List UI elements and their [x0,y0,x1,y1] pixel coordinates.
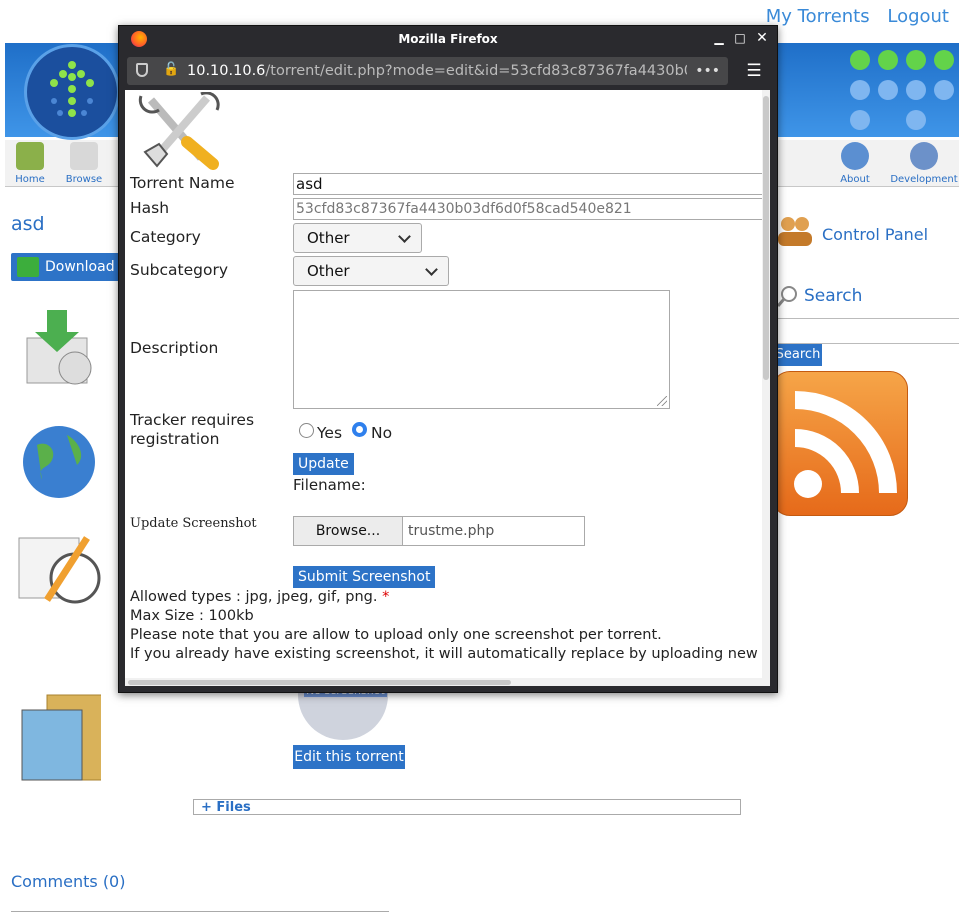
nav-about-label: About [840,174,870,185]
globe-icon [23,426,95,498]
url-bar[interactable]: 🔓 10.10.10.6/torrent/edit.php?mode=edit&… [127,57,728,85]
allowed-types: Allowed types : jpg, jpeg, gif, png. [130,589,378,605]
divider [11,911,389,912]
tracker-yes-radio[interactable] [299,423,314,438]
comments-link[interactable]: Comments (0) [11,872,125,891]
rss-icon[interactable] [772,371,908,516]
description-label: Description [130,339,219,357]
tracker-no-radio[interactable] [352,422,367,437]
upload-note-2: If you already have existing screenshot,… [130,646,770,662]
nav-browse[interactable]: Browse [54,140,114,185]
download-button[interactable]: Download [11,253,123,281]
shield-icon[interactable] [136,63,148,77]
close-icon[interactable]: ✕ [754,30,770,46]
home-icon [16,142,44,170]
download-icon [17,257,39,277]
tracker-no-label: No [371,424,393,442]
screenshot-file-input[interactable]: Browse... trustme.php [293,516,585,546]
hash-label: Hash [130,199,170,217]
allowed-types-text: Allowed types : jpg, jpeg, gif, png. * [130,589,389,605]
required-mark: * [382,589,390,605]
my-torrents-link[interactable]: My Torrents [766,6,870,27]
about-icon [841,142,869,170]
url-text[interactable]: 10.10.10.6/torrent/edit.php?mode=edit&id… [187,57,687,85]
update-button[interactable]: Update [293,453,354,475]
download-label: Download [45,259,115,275]
selected-file-name: trustme.php [408,523,495,539]
search-button[interactable]: Search [774,344,822,366]
top-links: My Torrents Logout [754,6,949,27]
upload-note-1: Please note that you are allow to upload… [130,627,662,643]
nav-browse-label: Browse [65,174,103,185]
nav-development-label: Development [890,174,958,185]
nav-development[interactable]: Development [889,140,959,185]
subcategory-value: Other [307,262,350,280]
install-box-icon [26,310,92,385]
files-toggle[interactable]: + Files [193,799,741,815]
search-icon [776,286,797,307]
edit-torrent-button[interactable]: Edit this torrent [293,745,405,769]
control-panel-link[interactable]: Control Panel [822,225,928,244]
hamburger-menu-icon[interactable]: ☰ [743,61,765,81]
submit-screenshot-button[interactable]: Submit Screenshot [293,566,436,588]
users-icon [778,217,812,246]
logout-link[interactable]: Logout [887,6,949,27]
maximize-icon[interactable]: □ [732,30,748,46]
tracker-label-line2: registration [130,430,220,448]
url-path: /torrent/edit.php?mode=edit&id=53cfd83c8… [265,63,687,79]
hash-field: 53cfd83c87367fa4430b03df6d0f58cad540e821 [293,198,763,220]
max-size-text: Max Size : 100kb [130,608,254,624]
torrent-name-label: Torrent Name [130,174,235,192]
tracker-label-line1: Tracker requires [130,411,255,429]
torrent-name-input[interactable]: asd [293,173,763,195]
category-label: Category [130,228,201,246]
insecure-lock-icon[interactable]: 🔓 [163,63,179,77]
window-titlebar[interactable]: Mozilla Firefox ▁ □ ✕ [119,26,777,52]
torrent-title: asd [11,213,45,235]
page-content: Torrent Name asd Hash 53cfd83c87367fa443… [125,90,770,686]
tracker-yes-label: Yes [317,424,343,442]
window-title: Mozilla Firefox [398,32,498,46]
url-host: 10.10.10.6 [187,63,266,79]
firefox-logo-icon [131,31,147,47]
development-icon [910,142,938,170]
update-screenshot-label: Update Screenshot [130,516,257,531]
tools-icon [138,92,220,170]
calendar-clock-icon [18,536,101,604]
vertical-scroll-thumb[interactable] [763,96,769,380]
folder-images-icon [21,694,101,781]
banner-dots-icon [850,50,954,130]
vertical-scrollbar[interactable] [762,90,770,686]
chevron-down-icon [425,263,438,276]
logo-arrow-icon [50,61,94,117]
subcategory-select[interactable]: Other [293,256,449,286]
nav-home[interactable]: Home [0,140,60,185]
description-textarea[interactable] [293,290,670,409]
browse-icon [70,142,98,170]
resize-handle-icon[interactable] [657,396,667,406]
category-select[interactable]: Other [293,223,422,253]
filename-label: Filename: [293,476,366,494]
horizontal-scroll-thumb[interactable] [128,680,511,685]
nav-home-label: Home [15,174,45,185]
search-heading: Search [804,286,863,306]
minimize-icon[interactable]: ▁ [711,30,727,46]
chevron-down-icon [398,230,411,243]
site-logo [24,44,120,140]
subcategory-label: Subcategory [130,261,229,279]
firefox-window: Mozilla Firefox ▁ □ ✕ 🔓 10.10.10.6/torre… [118,25,778,693]
nav-about[interactable]: About [825,140,885,185]
browse-button[interactable]: Browse... [294,517,403,545]
horizontal-scrollbar[interactable] [125,678,762,686]
page-actions-icon[interactable]: ••• [695,57,720,85]
category-value: Other [307,229,350,247]
search-input[interactable] [776,318,959,344]
